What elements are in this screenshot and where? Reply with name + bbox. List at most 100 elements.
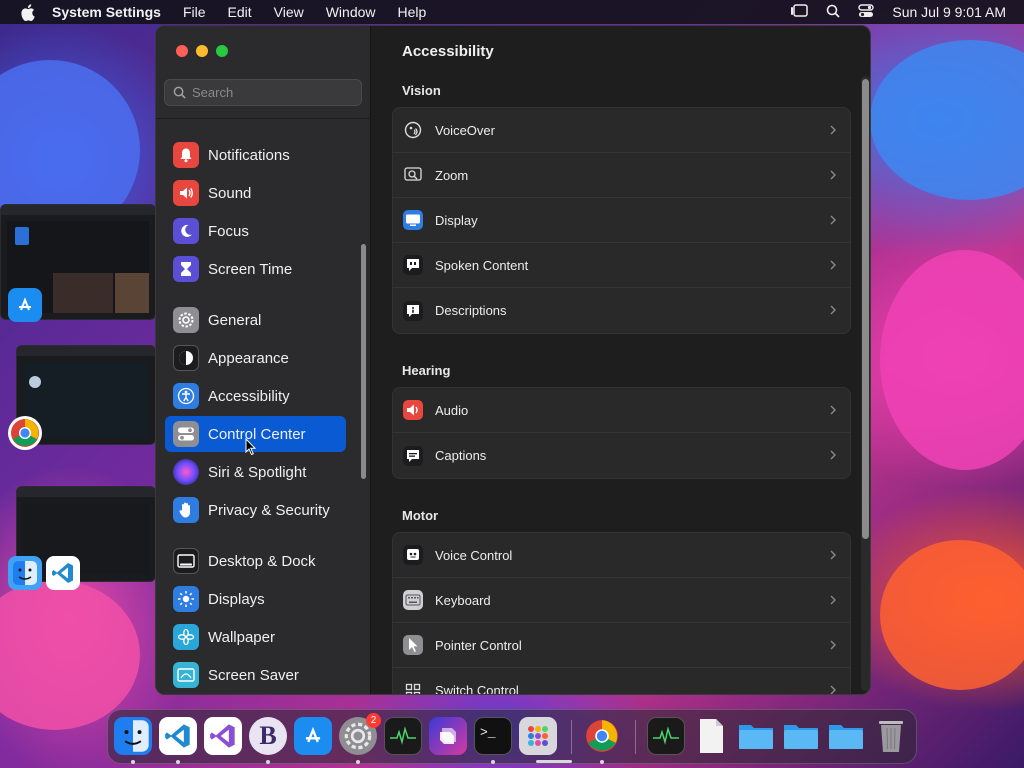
sidebar-item-label: General (208, 311, 262, 329)
row-captions[interactable]: Captions (393, 433, 850, 478)
spotlight-search-icon[interactable] (826, 4, 840, 21)
content-pane: Accessibility Vision VoiceOver Zoom Disp… (372, 26, 870, 695)
visual-studio-dock-icon[interactable] (204, 717, 242, 755)
control-center-icon[interactable] (858, 3, 875, 21)
close-window-button[interactable] (176, 45, 188, 57)
siri-icon (173, 459, 199, 485)
app-store-stage-icon[interactable] (8, 288, 42, 322)
apple-menu-icon[interactable] (18, 3, 36, 21)
menu-help[interactable]: Help (398, 4, 427, 20)
trash-dock-icon[interactable] (872, 717, 910, 755)
row-label: Keyboard (435, 592, 491, 608)
row-audio[interactable]: Audio (393, 388, 850, 433)
row-label: Captions (435, 448, 487, 463)
chevron-right-icon (830, 405, 836, 415)
row-pointer-control[interactable]: Pointer Control (393, 623, 850, 668)
sidebar-item-wallpaper[interactable]: Wallpaper (165, 619, 346, 655)
sidebar-item-label: Focus (208, 222, 249, 240)
chevron-right-icon (830, 125, 836, 135)
chrome-stage-icon[interactable] (8, 416, 42, 450)
chevron-right-icon (830, 595, 836, 605)
stage-manager-icon[interactable] (790, 3, 809, 21)
section-title-motor: Motor (402, 508, 439, 523)
sidebar-divider (156, 118, 371, 119)
finder-dock-icon[interactable] (114, 717, 152, 755)
sidebar-item-label: Appearance (208, 349, 289, 367)
chevron-right-icon (830, 550, 836, 560)
menu-bar-clock[interactable]: Sun Jul 9 9:01 AM (892, 4, 1006, 20)
sidebar-item-privacy-security[interactable]: Privacy & Security (165, 492, 346, 528)
sidebar-item-label: Screen Saver (208, 666, 299, 684)
menu-file[interactable]: File (183, 4, 206, 20)
sidebar-item-accessibility[interactable]: Accessibility (165, 378, 346, 414)
zoom-window-button[interactable] (216, 45, 228, 57)
shortcuts-dock-icon[interactable] (429, 717, 467, 755)
section-title-hearing: Hearing (402, 363, 451, 378)
folder-dock-icon[interactable] (782, 717, 820, 755)
window-controls (176, 45, 228, 57)
sidebar-item-sound[interactable]: Sound (165, 175, 346, 211)
content-scrollbar[interactable] (862, 79, 869, 539)
sidebar-item-screen-saver[interactable]: Screen Saver (165, 657, 346, 693)
app-store-dock-icon[interactable] (294, 717, 332, 755)
sidebar-item-label: Wallpaper (208, 628, 275, 646)
row-switch-control[interactable]: Switch Control (393, 668, 850, 695)
audio-icon (403, 400, 423, 420)
sidebar-item-general[interactable]: General (165, 302, 346, 338)
spoken-content-icon (403, 255, 423, 275)
sidebar-search[interactable] (164, 79, 362, 106)
vscode-stage-icon[interactable] (46, 556, 80, 590)
system-settings-window: Notifications Sound Focus Screen Time Ge… (155, 25, 871, 695)
sidebar-item-screen-time[interactable]: Screen Time (165, 251, 346, 287)
chrome-dock-icon[interactable] (583, 717, 621, 755)
row-voiceover[interactable]: VoiceOver (393, 108, 850, 153)
menu-edit[interactable]: Edit (228, 4, 252, 20)
folder-dock-icon[interactable] (827, 717, 865, 755)
menu-app-name[interactable]: System Settings (52, 4, 161, 20)
row-spoken-content[interactable]: Spoken Content (393, 243, 850, 288)
vscode-dock-icon[interactable] (159, 717, 197, 755)
hearing-group: Audio Captions (392, 387, 851, 479)
bbedit-dock-icon[interactable]: B (249, 717, 287, 755)
system-settings-dock-icon[interactable]: 2 (339, 713, 381, 755)
pointer-icon (403, 635, 423, 655)
row-display[interactable]: Display (393, 198, 850, 243)
gear-icon (173, 307, 199, 333)
document-dock-icon[interactable] (692, 717, 730, 755)
sidebar-item-displays[interactable]: Displays (165, 581, 346, 617)
speaker-icon (173, 180, 199, 206)
row-label: VoiceOver (435, 122, 495, 138)
running-indicator (356, 760, 360, 764)
activity-monitor-window-icon[interactable] (647, 717, 685, 755)
finder-stage-icon[interactable] (8, 556, 42, 590)
folder-dock-icon[interactable] (737, 717, 775, 755)
menu-window[interactable]: Window (326, 4, 376, 20)
terminal-dock-icon[interactable]: >_ (474, 717, 512, 755)
row-voice-control[interactable]: Voice Control (393, 533, 850, 578)
sidebar-item-label: Accessibility (208, 387, 290, 405)
sidebar-item-notifications[interactable]: Notifications (165, 137, 346, 173)
row-keyboard[interactable]: Keyboard (393, 578, 850, 623)
menu-view[interactable]: View (274, 4, 304, 20)
sun-icon (173, 586, 199, 612)
row-zoom[interactable]: Zoom (393, 153, 850, 198)
launchpad-dock-icon[interactable] (519, 717, 557, 755)
flower-icon (173, 624, 199, 650)
minimize-window-button[interactable] (196, 45, 208, 57)
hourglass-icon (173, 256, 199, 282)
row-label: Descriptions (435, 303, 507, 318)
sidebar-item-appearance[interactable]: Appearance (165, 340, 346, 376)
search-input[interactable] (192, 85, 352, 100)
sidebar-item-focus[interactable]: Focus (165, 213, 346, 249)
sidebar-scrollbar[interactable] (361, 244, 366, 479)
motor-group: Voice Control Keyboard Pointer Control S… (392, 532, 851, 695)
row-label: Spoken Content (435, 257, 529, 273)
sidebar-item-desktop-dock[interactable]: Desktop & Dock (165, 543, 346, 579)
sidebar-item-siri-spotlight[interactable]: Siri & Spotlight (165, 454, 346, 490)
dock: B 2 >_ (107, 709, 917, 764)
dock-separator (571, 720, 572, 754)
row-descriptions[interactable]: Descriptions (393, 288, 850, 333)
row-label: Switch Control (435, 683, 519, 695)
voiceover-icon (403, 120, 423, 140)
activity-monitor-dock-icon[interactable] (384, 717, 422, 755)
